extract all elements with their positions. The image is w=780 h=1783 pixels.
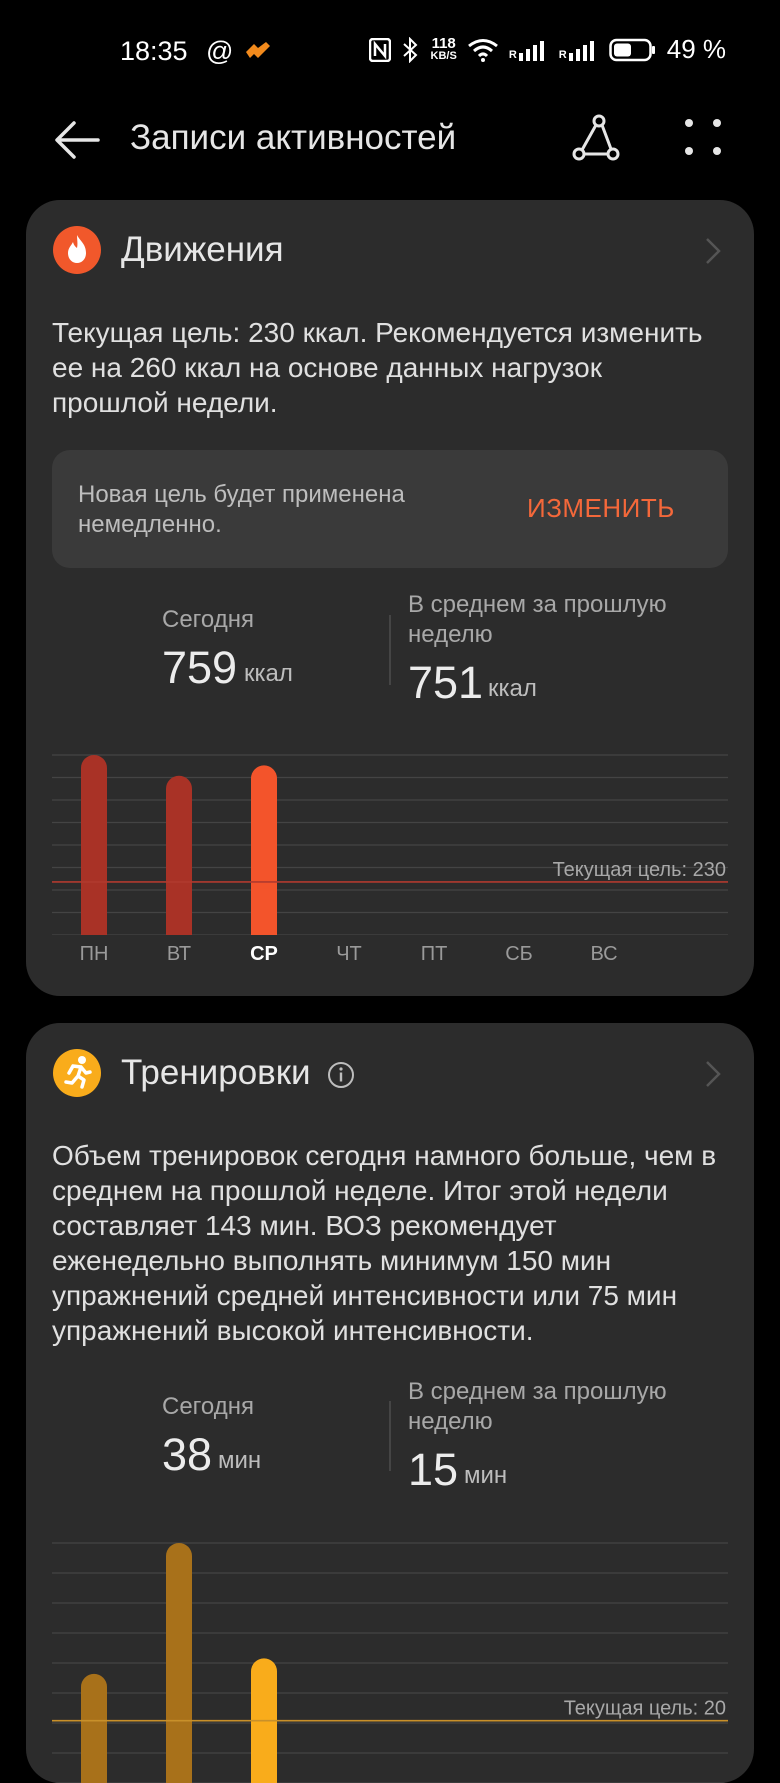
chevron-right-icon[interactable] (702, 1059, 724, 1089)
stats-divider (389, 1401, 391, 1471)
more-dots-icon[interactable] (680, 114, 726, 160)
status-time: 18:35 (120, 36, 188, 66)
x-tick-label: ВС (590, 943, 617, 965)
avg-label: В среднем за прошлую неделю (408, 591, 667, 648)
avg-unit: мин (464, 1462, 508, 1489)
battery-icon (608, 38, 655, 61)
at-icon: @ (206, 36, 234, 66)
change-goal-button[interactable]: ИЗМЕНИТЬ (527, 493, 675, 524)
moves-chart: ПНВТСРЧТПТСБВСПНВТСРЧТПТСБВСТекущая цель… (52, 745, 728, 965)
chevron-right-icon[interactable] (702, 236, 724, 266)
signal-strength-2: R (559, 39, 599, 61)
today-unit: мин (218, 1447, 262, 1474)
today-value: 38 (162, 1429, 213, 1480)
x-tick-label: ЧТ (336, 943, 362, 965)
stats-divider (389, 615, 391, 685)
moves-bar-chart: ПНВТСРЧТПТСБВСПНВТСРЧТПТСБВСТекущая цель… (52, 754, 728, 965)
signal-strength-1: R (509, 39, 549, 61)
status-bar: 18:35 @ 118 KB/S R R 49 % (0, 0, 780, 100)
today-unit: ккал (244, 660, 293, 687)
avg-value: 751 (408, 657, 484, 708)
today-label: Сегодня (162, 606, 254, 633)
battery-percent: 49 % (666, 34, 726, 64)
workouts-description: Объем тренировок сегодня намного больше,… (52, 1140, 717, 1346)
bar-СР[interactable] (251, 765, 277, 949)
avg-unit: ккал (488, 675, 537, 702)
x-tick-label: ПН (80, 943, 109, 965)
x-tick-label: ПТ (421, 943, 448, 965)
bar-ПН[interactable] (81, 1673, 107, 1783)
status-right: 118 KB/S R R 49 % (368, 34, 726, 65)
wifi-icon (467, 38, 498, 62)
share-icon[interactable] (570, 112, 622, 164)
workouts-chart: Текущая цель: 20 (52, 1533, 728, 1783)
running-icon (53, 1049, 101, 1097)
arrow-left-icon[interactable] (52, 115, 102, 165)
avg-label: В среднем за прошлую неделю (408, 1378, 667, 1435)
bar-ВТ[interactable] (166, 1543, 192, 1783)
goal-label: Текущая цель: 20 (564, 1698, 726, 1720)
workouts-title: Тренировки (121, 1053, 311, 1092)
today-label: Сегодня (162, 1393, 254, 1420)
bluetooth-icon (402, 36, 417, 63)
chart-base-mask (52, 935, 728, 965)
x-tick-label: СР (250, 943, 278, 965)
flame-icon (53, 226, 101, 274)
today-value: 759 (162, 642, 238, 693)
x-tick-label: СБ (505, 943, 533, 965)
moves-title: Движения (121, 230, 284, 269)
bar-ПН[interactable] (81, 755, 107, 949)
goal-notice: Новая цель будет применена немедленно. И… (52, 450, 728, 568)
x-tick-label: ВТ (167, 943, 191, 965)
workouts-card[interactable]: Тренировки Объем тренировок сегодня намн… (26, 1023, 754, 1783)
signal-icon (518, 40, 544, 61)
bar-ВТ[interactable] (166, 775, 192, 949)
goal-label: Текущая цель: 230 (553, 859, 726, 881)
notice-text: Новая цель будет применена немедленно. (78, 481, 405, 538)
app-notification-icon (246, 42, 270, 58)
moves-description: Текущая цель: 230 ккал. Рекомендуется из… (52, 317, 703, 418)
workouts-bar-chart: Текущая цель: 20 (52, 1542, 728, 1783)
signal-icon (568, 40, 594, 61)
moves-card[interactable]: Движения Текущая цель: 230 ккал. Рекомен… (26, 200, 754, 996)
nfc-icon (368, 37, 391, 62)
network-speed: 118 KB/S (430, 34, 457, 62)
info-icon[interactable] (327, 1061, 355, 1089)
avg-value: 15 (408, 1444, 459, 1495)
page-title: Записи активностей (130, 118, 457, 157)
